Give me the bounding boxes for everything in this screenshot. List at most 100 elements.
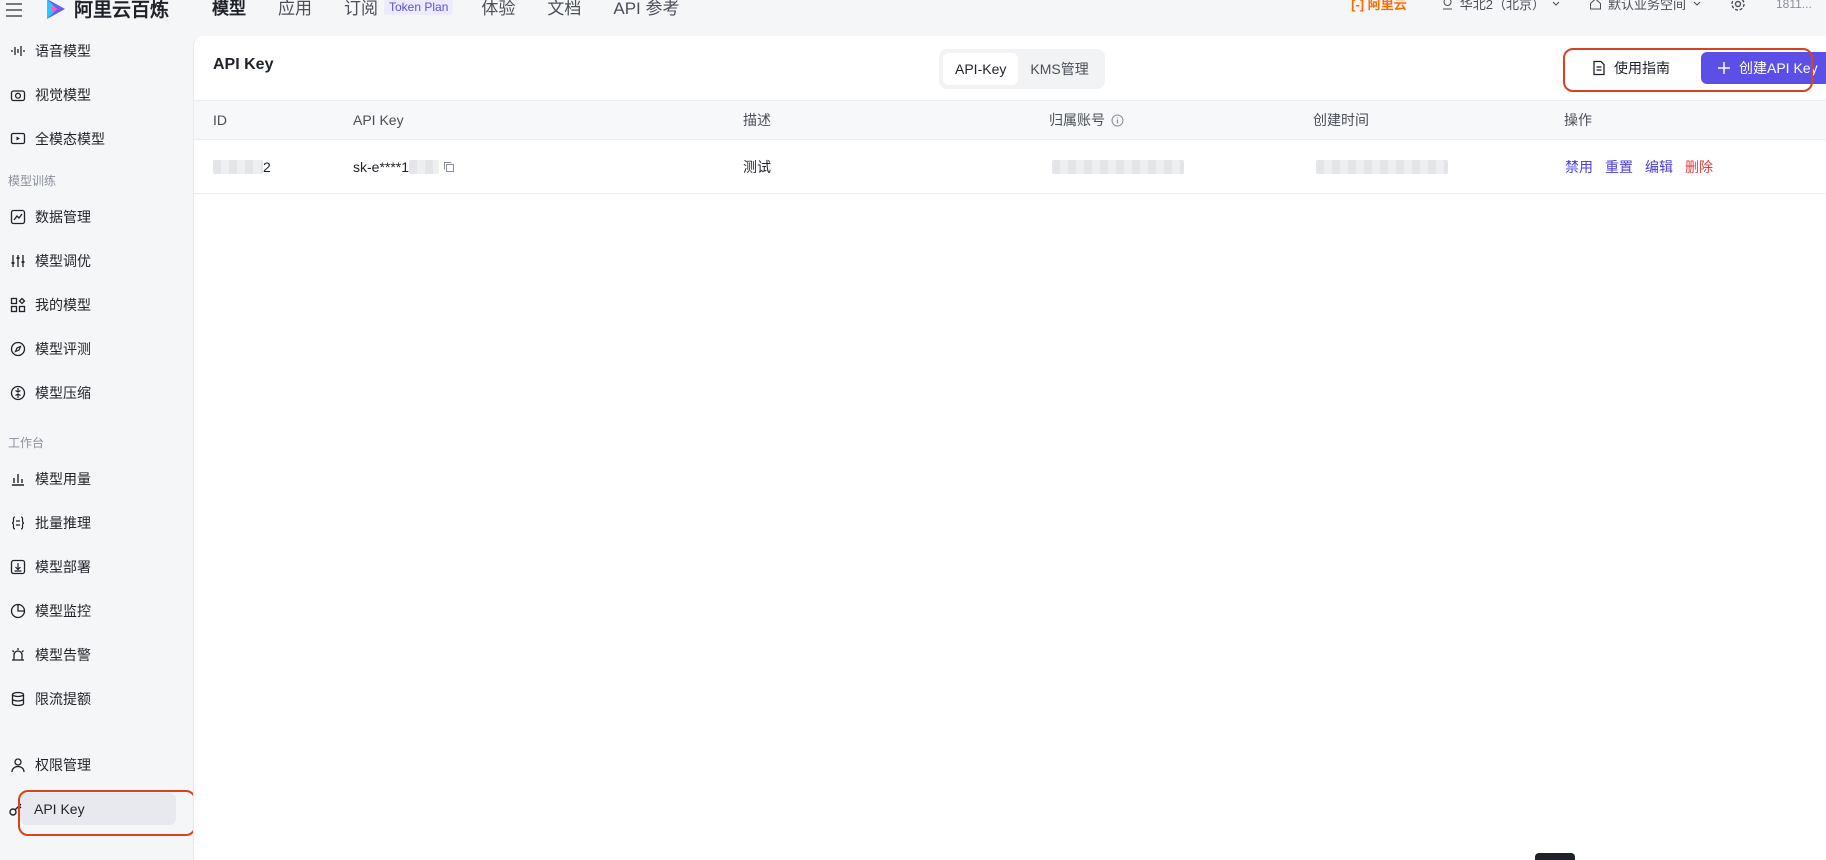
cell-actions: 禁用 重置 编辑 删除: [1565, 140, 1725, 193]
database-icon: [11, 691, 25, 707]
region-label: 华北2（北京）: [1459, 0, 1545, 12]
cell-id-suffix: 2: [263, 158, 271, 175]
sidebar-item-fine-tuning[interactable]: 模型调优: [10, 245, 180, 277]
compass-icon: [10, 341, 26, 357]
top-bar: 阿里云百炼 模型 应用 订阅 Token Plan 体验 文档 API 参考 […: [0, 0, 1826, 36]
sidebar-item-label: 模型部署: [35, 559, 91, 575]
copy-icon[interactable]: [443, 161, 455, 173]
brand-logo[interactable]: 阿里云百炼: [44, 0, 169, 22]
highlight-box-sidebar: [18, 790, 196, 836]
reset-button[interactable]: 重置: [1605, 157, 1633, 177]
column-header-id: ID: [213, 112, 227, 128]
sidebar-item-label: 模型监控: [35, 603, 91, 619]
camera-icon: [10, 90, 26, 102]
cell-account: [1052, 140, 1184, 193]
cell-api-key: sk-e****1: [353, 140, 455, 193]
sidebar-item-label: 全模态模型: [35, 131, 105, 147]
disable-button[interactable]: 禁用: [1565, 157, 1593, 177]
home-icon: [1589, 0, 1601, 10]
tab-kms[interactable]: KMS管理: [1018, 53, 1100, 85]
media-icon: [10, 132, 26, 145]
sidebar-item-label: 语音模型: [35, 43, 91, 59]
menu-icon[interactable]: [4, 0, 26, 18]
main-panel: API Key API-Key KMS管理 使用指南 创建API Key ID …: [193, 36, 1826, 860]
chart-line-icon: [10, 209, 26, 225]
sidebar-item-omni-model[interactable]: 全模态模型: [10, 123, 180, 155]
brand-name: 阿里云百炼: [74, 0, 170, 21]
sidebar-item-compression[interactable]: 模型压缩: [10, 377, 180, 409]
alarm-icon: [12, 648, 24, 661]
column-header-actions: 操作: [1564, 112, 1592, 128]
compress-icon: [10, 385, 26, 401]
workspace-label: 默认业务空间: [1607, 0, 1686, 12]
nav-app[interactable]: 应用: [278, 0, 312, 19]
info-icon[interactable]: [1111, 114, 1124, 127]
sidebar-item-label: 限流提额: [35, 691, 91, 707]
sidebar-item-data-management[interactable]: 数据管理: [10, 201, 180, 233]
sidebar-item-my-models[interactable]: 我的模型: [10, 289, 180, 321]
sidebar-item-label: 视觉模型: [35, 87, 91, 103]
cell-api-key-value: sk-e****1: [353, 158, 410, 175]
apps-icon: [10, 297, 26, 313]
delete-button[interactable]: 删除: [1685, 157, 1713, 177]
tab-api-key[interactable]: API-Key: [943, 53, 1019, 85]
sidebar-item-batch-inference[interactable]: 批量推理: [10, 507, 180, 539]
sidebar-item-alerts[interactable]: 模型告警: [10, 639, 180, 671]
braces-icon: [11, 516, 25, 530]
sidebar-item-label: 权限管理: [35, 757, 91, 773]
table-header: ID API Key 描述 归属账号 创建时间 操作: [194, 100, 1826, 140]
edit-button[interactable]: 编辑: [1645, 157, 1673, 177]
nav-experience[interactable]: 体验: [481, 0, 515, 19]
pie-chart-icon: [10, 603, 26, 619]
page-title: API Key: [213, 56, 274, 73]
nav-docs[interactable]: 文档: [547, 0, 581, 19]
redacted-text: [1316, 159, 1448, 174]
column-header-created: 创建时间: [1313, 112, 1369, 128]
sidebar-group-workbench: 工作台: [8, 436, 45, 450]
account-label[interactable]: 1811...: [1776, 0, 1826, 11]
top-right-tools: [-] 阿里云 华北2（北京） 默认业务空间 1811...: [1351, 0, 1826, 13]
column-header-account: 归属账号: [1049, 101, 1124, 139]
location-icon: [1442, 0, 1452, 10]
bailian-logo-icon: [47, 0, 65, 19]
sidebar-item-evaluation[interactable]: 模型评测: [10, 333, 180, 365]
region-selector[interactable]: 华北2（北京）: [1441, 0, 1561, 13]
cell-id: 2: [213, 140, 271, 193]
token-plan-badge: Token Plan: [384, 0, 454, 15]
gear-icon[interactable]: [1730, 0, 1746, 12]
floating-widget[interactable]: [1535, 853, 1575, 860]
sidebar-item-monitoring[interactable]: 模型监控: [10, 595, 180, 627]
user-icon: [11, 758, 25, 773]
sidebar-item-usage[interactable]: 模型用量: [10, 463, 180, 495]
sidebar-item-label: 模型压缩: [35, 385, 91, 401]
tab-switcher: API-Key KMS管理: [939, 49, 1105, 89]
nav-model[interactable]: 模型: [212, 0, 246, 19]
table-row: 2 sk-e****1 测试 禁用 重置 编辑 删除: [194, 140, 1826, 194]
sidebar-item-label: 批量推理: [35, 515, 91, 531]
cell-created-time: [1316, 140, 1448, 193]
chevron-down-icon: [1552, 1, 1560, 6]
sidebar-item-label: 模型评测: [35, 341, 91, 357]
column-header-api-key: API Key: [353, 112, 404, 128]
top-nav: 模型 应用 订阅 Token Plan 体验 文档 API 参考: [212, 0, 712, 19]
sidebar-item-permissions[interactable]: 权限管理: [10, 749, 180, 781]
sidebar-item-deployment[interactable]: 模型部署: [10, 551, 180, 583]
sidebar-item-rate-limit[interactable]: 限流提额: [10, 683, 180, 715]
bar-chart-icon: [12, 474, 24, 486]
workspace-selector[interactable]: 默认业务空间: [1589, 0, 1702, 13]
redacted-text: [1052, 159, 1184, 174]
sidebar-item-label: 数据管理: [35, 209, 91, 225]
column-header-account-label: 归属账号: [1049, 112, 1105, 128]
nav-subscribe[interactable]: 订阅: [344, 0, 378, 19]
redacted-text: [213, 159, 263, 174]
nav-api-ref[interactable]: API 参考: [613, 0, 679, 19]
sidebar-item-speech-model[interactable]: 语音模型: [10, 35, 180, 67]
highlight-box-top: [1563, 48, 1813, 92]
download-box-icon: [10, 559, 26, 575]
chevron-down-icon: [1693, 1, 1701, 6]
sliders-icon: [11, 255, 25, 267]
sidebar: 语音模型 视觉模型 全模态模型 模型训练 数据管理 模型调优 我的模型 模型评测…: [0, 36, 192, 860]
redacted-text: [409, 159, 440, 174]
sidebar-item-vision-model[interactable]: 视觉模型: [10, 79, 180, 111]
aliyun-logo[interactable]: [-] 阿里云: [1351, 0, 1407, 13]
